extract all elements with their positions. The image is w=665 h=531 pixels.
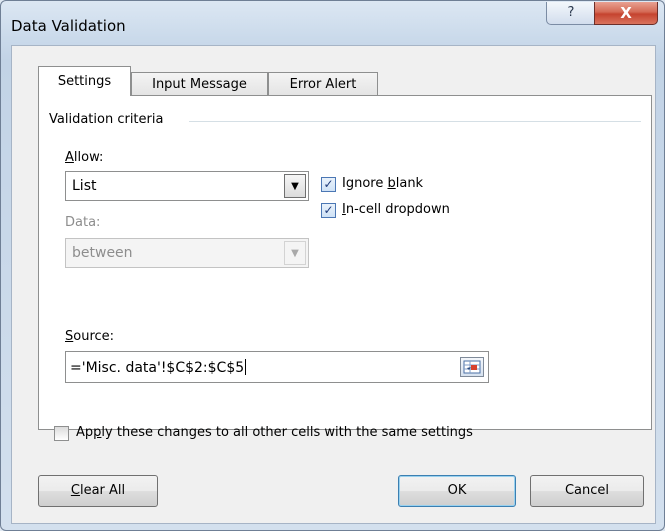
clear-all-button[interactable]: Clear All [38,475,158,507]
checkmark-icon: ✓ [323,203,334,217]
collapse-dialog-icon[interactable] [460,357,484,377]
data-validation-dialog: Data Validation ? X Settings Input Messa… [0,0,665,531]
data-select: between ▼ [65,238,309,268]
tab-error-alert-label: Error Alert [289,77,357,92]
tab-input-message-label: Input Message [152,77,247,92]
close-button[interactable]: X [594,2,658,25]
range-ref-graphic [463,360,481,374]
help-button[interactable]: ? [546,2,596,25]
allow-select[interactable]: List ▼ [65,171,309,201]
cancel-button[interactable]: Cancel [530,475,644,507]
allow-value: List [72,178,97,194]
dropdown-arrow-icon[interactable]: ▼ [284,174,306,198]
ignore-blank-label[interactable]: Ignore blank [342,176,423,191]
data-label: Data: [65,215,101,230]
ignore-blank-checkbox[interactable]: ✓ [321,177,336,192]
close-icon: X [620,4,632,22]
dropdown-arrow-icon: ▼ [284,241,306,265]
tab-settings[interactable]: Settings [38,66,131,96]
help-icon: ? [567,5,575,20]
apply-all-checkbox[interactable] [54,426,69,441]
settings-panel: Validation criteria Allow: List ▼ Data: … [38,95,652,430]
data-value: between [72,245,133,261]
incell-dropdown-label[interactable]: In-cell dropdown [342,202,450,217]
ok-button[interactable]: OK [398,475,516,507]
source-label: Source: [65,329,115,344]
source-value: ='Misc. data'!$C$2:$C$5 [70,359,247,376]
checkmark-icon: ✓ [323,177,334,191]
allow-label: Allow: [65,150,104,165]
source-input[interactable]: ='Misc. data'!$C$2:$C$5 [65,351,489,383]
dialog-title: Data Validation [11,17,126,35]
validation-criteria-label: Validation criteria [49,112,170,127]
tab-settings-label: Settings [57,74,112,89]
apply-all-label[interactable]: Apply these changes to all other cells w… [76,425,473,440]
dialog-body: Settings Input Message Error Alert Valid… [11,45,656,524]
group-divider [189,121,641,122]
incell-dropdown-checkbox[interactable]: ✓ [321,203,336,218]
title-bar[interactable]: Data Validation ? X [1,1,664,45]
